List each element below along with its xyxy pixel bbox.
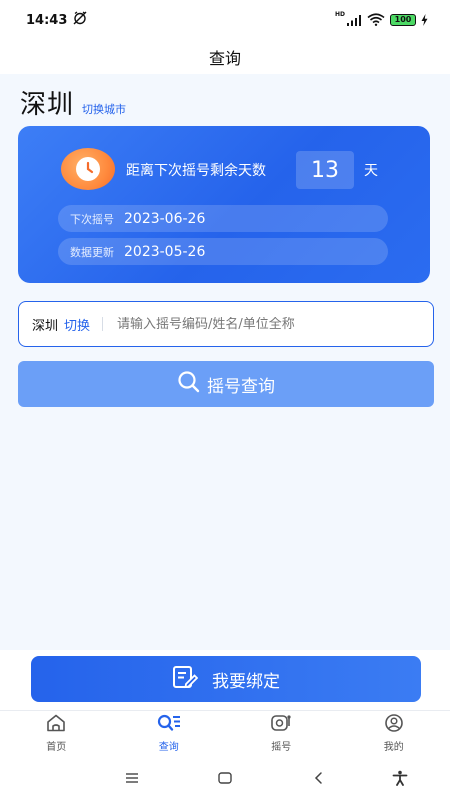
page-title: 查询 xyxy=(208,49,241,68)
status-bar: 14:43 HD 100 xyxy=(0,0,450,40)
status-time: 14:43 xyxy=(26,12,68,28)
wifi-icon xyxy=(367,11,385,30)
city-row: 深圳 切换城市 xyxy=(20,84,126,121)
search-city: 深圳 xyxy=(32,318,59,334)
signal-icon xyxy=(346,11,362,30)
menu-icon[interactable] xyxy=(122,768,142,788)
lottery-query-label: 摇号查询 xyxy=(207,376,275,397)
bind-area: 我要绑定 xyxy=(0,650,450,710)
network-type: HD xyxy=(334,10,345,18)
profile-icon xyxy=(384,714,404,736)
tab-profile-label: 我的 xyxy=(383,742,404,753)
next-draw-date: 2023-06-26 xyxy=(124,210,206,227)
next-draw-label: 下次摇号 xyxy=(70,212,114,226)
countdown-card: 距离下次摇号剩余天数 13 天 下次摇号 2023-06-26 数据更新 202… xyxy=(18,126,430,283)
bind-button-label: 我要绑定 xyxy=(212,671,280,692)
main-content: 深圳 切换城市 距离下次摇号剩余天数 13 天 下次摇号 2023-06-26 … xyxy=(0,74,450,650)
search-switch-city-button[interactable]: 切换 xyxy=(64,315,90,334)
query-icon xyxy=(157,714,181,736)
search-icon xyxy=(177,370,201,399)
days-remaining: 13 xyxy=(296,151,354,189)
home-icon xyxy=(46,714,66,736)
tab-home[interactable]: 首页 xyxy=(0,711,113,756)
search-divider xyxy=(102,317,104,331)
lottery-query-button[interactable]: 摇号查询 xyxy=(18,361,434,407)
home-square-icon[interactable] xyxy=(215,768,235,788)
switch-city-link[interactable]: 切换城市 xyxy=(82,101,126,117)
battery-indicator: 100 xyxy=(390,14,416,26)
lottery-icon xyxy=(270,714,292,736)
edit-document-icon xyxy=(172,665,199,694)
tab-home-label: 首页 xyxy=(46,742,67,753)
charging-icon xyxy=(421,11,428,30)
bind-button[interactable]: 我要绑定 xyxy=(31,656,421,702)
current-city: 深圳 xyxy=(20,90,75,120)
tab-query-label: 查询 xyxy=(158,742,179,753)
tab-lottery[interactable]: 摇号 xyxy=(225,711,338,756)
data-update-date: 2023-05-26 xyxy=(124,243,206,260)
next-draw-pill: 下次摇号 2023-06-26 xyxy=(58,205,388,232)
status-left: 14:43 xyxy=(26,11,87,29)
status-right: HD 100 xyxy=(335,11,428,30)
tab-profile[interactable]: 我的 xyxy=(338,711,450,756)
system-nav-bar xyxy=(0,756,450,800)
tab-lottery-label: 摇号 xyxy=(271,742,292,753)
clock-icon xyxy=(61,148,115,190)
search-box: 深圳 切换 xyxy=(18,301,434,347)
data-update-pill: 数据更新 2023-05-26 xyxy=(58,238,388,265)
page-header: 查询 xyxy=(0,40,450,74)
days-unit: 天 xyxy=(364,163,378,179)
search-input[interactable] xyxy=(117,316,433,332)
data-update-label: 数据更新 xyxy=(70,245,114,259)
accessibility-icon[interactable] xyxy=(390,768,410,788)
alarm-off-icon xyxy=(73,11,87,29)
countdown-label: 距离下次摇号剩余天数 xyxy=(126,163,266,179)
bottom-tab-bar: 首页 查询 摇号 我的 xyxy=(0,710,450,756)
back-icon[interactable] xyxy=(309,768,329,788)
tab-query[interactable]: 查询 xyxy=(113,711,226,756)
